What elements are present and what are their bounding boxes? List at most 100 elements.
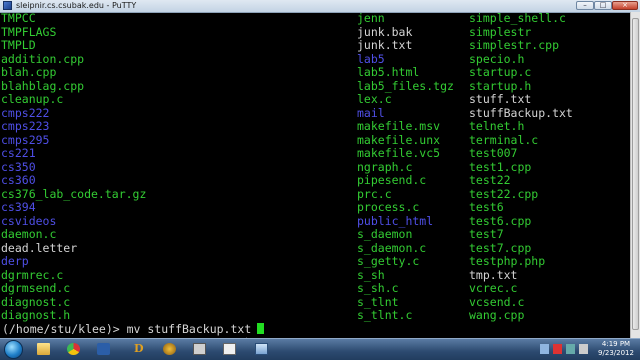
file-entry: s_daemon xyxy=(357,227,413,241)
file-entry: s_sh xyxy=(357,267,385,282)
command-prompt[interactable]: (/home/stu/klee)> mv stuffBackup.txt xyxy=(2,322,265,337)
file-entry: s_tlnt.c xyxy=(357,308,413,322)
taskbar-chrome[interactable] xyxy=(62,341,86,358)
world-of-warcraft-icon xyxy=(163,343,176,355)
file-entry: blahblag.cpp xyxy=(1,78,85,93)
tray-alert-icon[interactable] xyxy=(553,344,562,354)
file-entry: diagnost.h xyxy=(1,308,71,322)
file-entry: stuff.txt xyxy=(469,92,532,106)
file-entry: derp xyxy=(1,254,29,268)
taskbar-explorer[interactable] xyxy=(32,341,56,358)
file-entry: s_daemon.c xyxy=(357,240,427,255)
file-entry: dead.letter xyxy=(1,240,78,255)
file-entry: terminal.c xyxy=(469,132,539,147)
terminal-scrollbar[interactable] xyxy=(630,12,640,338)
file-entry: simplestr.cpp xyxy=(469,38,560,52)
terminal-output[interactable]: TMPCC TMPFLAGS TMPLD addition.cpp blah.cpp bl… xyxy=(0,12,630,338)
file-entry: test007 xyxy=(469,146,518,160)
file-entry: makefile.unx xyxy=(357,132,441,147)
taskbar-diablo[interactable]: D xyxy=(126,341,150,358)
file-entry: s_sh.c xyxy=(357,281,399,295)
taskbar-network[interactable] xyxy=(250,341,274,358)
file-entry: vcrec.c xyxy=(469,281,518,295)
maximize-button[interactable]: □ xyxy=(594,1,612,10)
file-entry: public_html xyxy=(357,213,434,228)
file-entry: specio.h xyxy=(469,51,525,66)
file-entry: ngraph.c xyxy=(357,159,413,174)
file-entry: diagnost.c xyxy=(1,294,71,309)
file-entry: mail xyxy=(357,105,385,120)
clock-date: 9/23/2012 xyxy=(598,349,634,357)
file-entry: dgrmsend.c xyxy=(1,281,71,295)
diablo-icon: D xyxy=(134,342,144,355)
folder-icon xyxy=(37,343,50,355)
prompt-text: (/home/stu/klee)> mv stuffBackup.txt xyxy=(2,322,252,336)
file-entry: junk.bak xyxy=(357,24,413,39)
file-entry: stuffBackup.txt xyxy=(469,105,573,120)
file-entry: TMPFLAGS xyxy=(1,24,57,39)
file-entry: junk.txt xyxy=(357,38,413,52)
file-entry: process.c xyxy=(357,200,420,214)
window-icon xyxy=(223,343,236,355)
file-entry: s_tlnt xyxy=(357,294,399,309)
file-entry: pipesend.c xyxy=(357,173,427,187)
file-entry: lab5.html xyxy=(357,65,420,79)
file-entry: jenn xyxy=(357,12,385,25)
minimize-button[interactable]: – xyxy=(576,1,594,10)
file-list-column-2: jenn junk.bak junk.txt lab5 lab5.html lab5_fi… xyxy=(357,12,454,323)
file-entry: cleanup.c xyxy=(1,92,64,106)
file-entry: cmps222 xyxy=(1,105,50,120)
media-player-icon xyxy=(97,343,110,355)
file-list-column-1: TMPCC TMPFLAGS TMPLD addition.cpp blah.cpp bl… xyxy=(1,12,146,323)
file-entry: daemon.c xyxy=(1,227,57,241)
taskbar-media-player[interactable] xyxy=(92,341,116,358)
file-entry: prc.c xyxy=(357,186,392,201)
file-entry: s_getty.c xyxy=(357,254,420,268)
taskbar-putty[interactable] xyxy=(188,341,212,358)
text-cursor xyxy=(257,323,265,334)
file-entry: tmp.txt xyxy=(469,267,518,282)
file-entry: test6.cpp xyxy=(469,213,532,228)
clock-time: 4:19 PM xyxy=(601,340,631,348)
network-icon xyxy=(255,343,268,355)
file-entry: addition.cpp xyxy=(1,51,85,66)
file-entry: lab5 xyxy=(357,51,385,66)
putty-icon xyxy=(3,1,12,10)
file-entry: startup.h xyxy=(469,78,532,93)
file-entry: lex.c xyxy=(357,92,392,106)
taskbar: D 4:19 PM 9/23/2012 xyxy=(0,338,640,360)
file-entry: test22 xyxy=(469,173,511,187)
clock[interactable]: 4:19 PM 9/23/2012 xyxy=(595,340,637,358)
file-entry: testphp.php xyxy=(469,254,546,268)
file-entry: cs394 xyxy=(1,200,36,214)
file-list-column-3: simple_shell.c simplestr simplestr.cpp spec… xyxy=(469,12,573,323)
file-entry: telnet.h xyxy=(469,119,525,133)
file-entry: cmps295 xyxy=(1,132,50,147)
file-entry: wang.cpp xyxy=(469,308,525,322)
taskbar-window[interactable] xyxy=(218,341,242,358)
file-entry: makefile.vc5 xyxy=(357,146,441,160)
file-entry: test6 xyxy=(469,200,504,214)
file-entry: csvideos xyxy=(1,213,57,228)
chrome-icon xyxy=(67,343,80,355)
tray-arrow-icon[interactable] xyxy=(540,344,549,354)
file-entry: blah.cpp xyxy=(1,65,57,79)
network-status-icon[interactable] xyxy=(566,344,575,354)
file-entry: cs360 xyxy=(1,173,36,187)
file-entry: TMPLD xyxy=(1,38,36,52)
file-entry: dgrmrec.c xyxy=(1,267,64,282)
start-button[interactable] xyxy=(4,340,23,359)
close-button[interactable]: × xyxy=(612,1,638,10)
window-title: sleipnir.cs.csubak.edu - PuTTY xyxy=(16,1,137,10)
file-entry: simplestr xyxy=(469,24,532,39)
volume-icon[interactable] xyxy=(579,344,588,354)
file-entry: cmps223 xyxy=(1,119,50,133)
file-entry: test7.cpp xyxy=(469,240,532,255)
file-entry: cs221 xyxy=(1,146,36,160)
taskbar-wow[interactable] xyxy=(158,341,182,358)
file-entry: startup.c xyxy=(469,65,532,79)
scrollbar-thumb[interactable] xyxy=(632,18,639,330)
file-entry: vcsend.c xyxy=(469,294,525,309)
file-entry: lab5_files.tgz xyxy=(357,78,454,93)
putty-icon xyxy=(193,343,206,355)
